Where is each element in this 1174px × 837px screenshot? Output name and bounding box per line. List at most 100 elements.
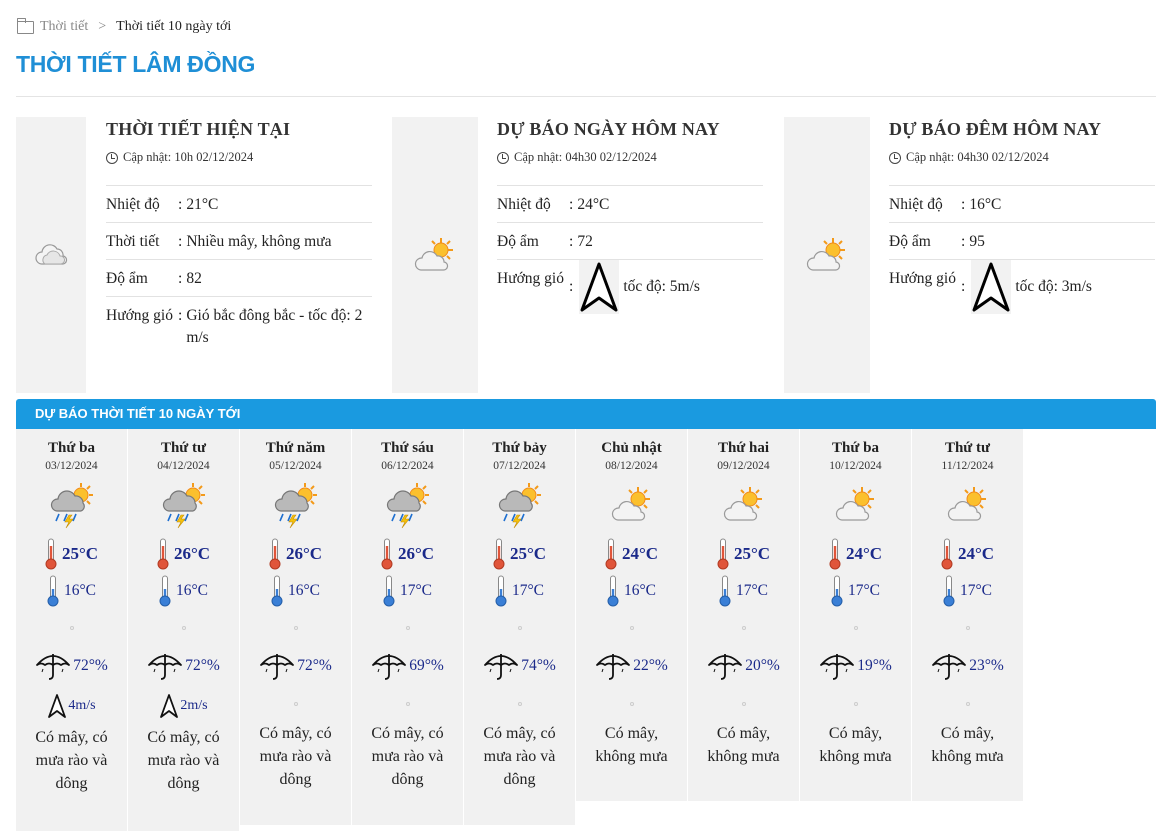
forecast-day-card: Chủ nhật 08/12/2024 24°C 16°C 22°% Có mây, kh… (576, 429, 688, 801)
high-temp: 25°C (688, 536, 799, 572)
today-updated: Cập nhật: 04h30 02/12/2024 (497, 150, 763, 165)
current-weather-icon-box (16, 117, 86, 393)
row-value: :72 (569, 233, 593, 250)
tonight-info-table: Nhiệt độ :16°C Độ ẩm :95 Hướng gió : tốc… (889, 185, 1155, 314)
wind-placeholder-dot (576, 686, 687, 722)
low-temp: 16°C (240, 572, 351, 610)
storm-icon (498, 483, 541, 529)
sun-cloud-icon (806, 238, 845, 271)
current-weather-panel: THỜI TIẾT HIỆN TẠI Cập nhật: 10h 02/12/2… (16, 117, 392, 393)
forecast-day-card: Thứ bảy 07/12/2024 25°C 17°C 74°% Có mây, có … (464, 429, 576, 825)
info-row-temperature: Nhiệt độ :16°C (889, 186, 1155, 223)
umbrella-icon (708, 654, 743, 680)
day-name: Thứ hai (717, 440, 770, 456)
thermometer-high-icon (45, 538, 57, 570)
thermometer-high-icon (381, 538, 393, 570)
high-temp: 25°C (16, 536, 127, 572)
rain-chance: 69°% (352, 646, 463, 686)
breadcrumb-home-link[interactable]: Thời tiết (40, 19, 88, 35)
separator-dot (16, 610, 127, 646)
row-label: Thời tiết (106, 233, 160, 250)
low-temp: 16°C (576, 572, 687, 610)
rain-chance: 72°% (128, 646, 239, 686)
umbrella-icon (372, 654, 407, 680)
rain-chance: 23°% (912, 646, 1023, 686)
day-weather-icon (912, 478, 1023, 532)
day-date: 03/12/2024 (45, 460, 98, 472)
wind-direction-arrow-icon (579, 260, 620, 314)
rain-chance: 22°% (576, 646, 687, 686)
day-date: 06/12/2024 (381, 460, 434, 472)
high-temp: 26°C (352, 536, 463, 572)
day-name: Thứ tư (160, 440, 207, 456)
thermometer-high-icon (269, 538, 281, 570)
clock-icon (497, 151, 509, 164)
day-description: Có mây, không mưa (819, 725, 892, 765)
row-label: Nhiệt độ (106, 196, 160, 213)
row-label: Độ ẩm (497, 233, 539, 250)
thermometer-low-icon (719, 575, 731, 607)
sun-cloud-icon (835, 487, 874, 521)
day-weather-icon (576, 478, 687, 532)
umbrella-icon (484, 654, 519, 680)
umbrella-icon (596, 654, 631, 680)
day-description: Có mây, có mưa rào và dông (259, 725, 332, 788)
separator-dot (128, 610, 239, 646)
high-temp: 26°C (128, 536, 239, 572)
divider (16, 96, 1156, 97)
separator-dot (464, 610, 575, 646)
today-info-table: Nhiệt độ :24°C Độ ẩm :72 Hướng gió : tốc… (497, 185, 763, 314)
folder-icon (17, 17, 34, 34)
day-name: Thứ bảy (492, 440, 547, 456)
info-row-wind: Hướng gió : tốc độ: 5m/s (497, 260, 763, 314)
current-weather-body: THỜI TIẾT HIỆN TẠI Cập nhật: 10h 02/12/2… (106, 117, 372, 355)
row-label: Độ ẩm (889, 233, 931, 250)
high-temp: 25°C (464, 536, 575, 572)
forecast-day-card: Thứ năm 05/12/2024 26°C 16°C 72°% Có mây, có … (240, 429, 352, 825)
today-body: DỰ BÁO NGÀY HÔM NAY Cập nhật: 04h30 02/1… (497, 117, 763, 314)
rain-chance: 19°% (800, 646, 911, 686)
today-icon-box (392, 117, 478, 393)
low-temp: 17°C (352, 572, 463, 610)
info-row-temperature: Nhiệt độ :24°C (497, 186, 763, 223)
day-weather-icon (800, 478, 911, 532)
day-description: Có mây, có mưa rào và dông (147, 729, 220, 792)
forecast-day-card: Thứ tư 11/12/2024 24°C 17°C 23°% Có mây, khôn… (912, 429, 1024, 801)
row-value: :82 (178, 270, 202, 287)
clock-icon (106, 151, 118, 164)
rain-chance: 72°% (16, 646, 127, 686)
day-weather-icon (16, 478, 127, 532)
day-name: Thứ ba (48, 440, 95, 456)
rain-chance: 72°% (240, 646, 351, 686)
storm-icon (386, 483, 429, 529)
wind-placeholder-dot (912, 686, 1023, 722)
day-weather-icon (464, 478, 575, 532)
current-updated: Cập nhật: 10h 02/12/2024 (106, 150, 372, 165)
clock-icon (889, 151, 901, 164)
storm-icon (274, 483, 317, 529)
umbrella-icon (148, 654, 183, 680)
day-description: Có mây, không mưa (595, 725, 668, 765)
thermometer-high-icon (717, 538, 729, 570)
sun-cloud-icon (723, 487, 762, 521)
day-weather-icon (688, 478, 799, 532)
info-row-weather: Thời tiết : Nhiều mây, không mưa (106, 223, 372, 260)
tonight-updated: Cập nhật: 04h30 02/12/2024 (889, 150, 1155, 165)
info-row-humidity: Độ ẩm :82 (106, 260, 372, 297)
breadcrumb-current: Thời tiết 10 ngày tới (116, 19, 232, 34)
day-name: Thứ tư (944, 440, 991, 456)
wind-placeholder-dot (352, 686, 463, 722)
low-temp: 16°C (128, 572, 239, 610)
wind-direction-arrow-icon (160, 694, 179, 718)
high-temp: 26°C (240, 536, 351, 572)
row-label: Hướng gió (889, 270, 956, 287)
tonight-title: DỰ BÁO ĐÊM HÔM NAY (889, 119, 1102, 139)
separator-dot (240, 610, 351, 646)
forecast-day-card: Thứ ba 10/12/2024 24°C 17°C 19°% Có mây, khôn… (800, 429, 912, 801)
day-date: 04/12/2024 (157, 460, 210, 472)
thermometer-high-icon (157, 538, 169, 570)
forecast-day-card: Thứ ba 03/12/2024 25°C 16°C 72°% 4m/s Có mây, … (16, 429, 128, 831)
day-date: 08/12/2024 (605, 460, 658, 472)
wind-placeholder-dot (240, 686, 351, 722)
separator-dot (688, 610, 799, 646)
